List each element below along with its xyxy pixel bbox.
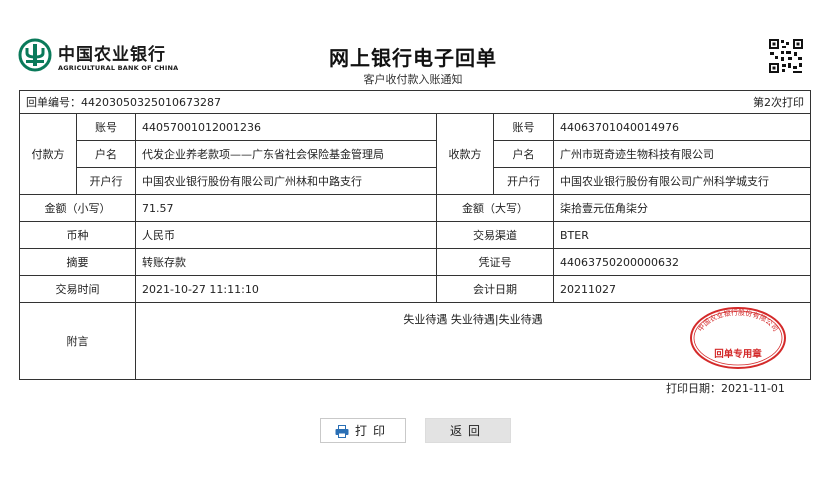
print-date-label: 打印日期： <box>666 382 721 395</box>
qr-code-icon <box>768 38 804 74</box>
transaction-time: 2021-10-27 11:11:10 <box>135 275 437 303</box>
payee-section-label: 收款方 <box>436 113 494 195</box>
page-title: 网上银行电子回单 <box>329 46 497 70</box>
currency-label: 币种 <box>19 221 136 249</box>
payee-account-label: 账号 <box>493 113 554 141</box>
amount-big-label: 金额（大写） <box>436 194 554 222</box>
currency: 人民币 <box>135 221 437 249</box>
back-button[interactable]: 返回 <box>425 418 511 443</box>
note-label: 附言 <box>19 302 136 380</box>
channel-label: 交易渠道 <box>436 221 554 249</box>
channel: BTER <box>552 221 812 249</box>
payee-bank-label: 开户行 <box>493 167 554 195</box>
table-row: 金额（小写） 71.57 金额（大写） 柒拾壹元伍角柒分 <box>19 194 812 222</box>
amount-small: 71.57 <box>135 194 437 222</box>
receipt-number-label: 回单编号： <box>26 96 81 109</box>
payee-bank: 中国农业银行股份有限公司广州科学城支行 <box>552 167 812 195</box>
table-row: 附言 失业待遇 失业待遇|失业待遇 中国农业银行股份有限公司 回单专用章 <box>19 302 812 380</box>
payer-name-label: 户名 <box>76 140 136 168</box>
receipt-header: 回单编号：44203050325010673287 第2次打印 <box>18 90 812 114</box>
official-seal-icon: 中国农业银行股份有限公司 回单专用章 <box>690 307 787 369</box>
voucher-label: 凭证号 <box>436 248 554 276</box>
payee-name-label: 户名 <box>493 140 554 168</box>
table-row: 交易时间 2021-10-27 11:11:10 会计日期 20211027 <box>19 275 812 303</box>
payer-bank: 中国农业银行股份有限公司广州林和中路支行 <box>135 167 437 195</box>
amount-small-label: 金额（小写） <box>19 194 136 222</box>
page-subtitle: 客户收付款入账通知 <box>363 73 463 86</box>
print-button-label: 打印 <box>354 424 391 438</box>
payer-name: 代发企业养老款项——广东省社会保险基金管理局 <box>135 140 437 168</box>
print-date-value: 2021-11-01 <box>721 382 785 395</box>
voucher: 44063750200000632 <box>552 248 812 276</box>
print-button[interactable]: 打印 <box>320 418 406 443</box>
printer-icon <box>335 425 349 438</box>
table-row: 付款方 账号 44057001012001236 收款方 账号 44063701… <box>19 113 812 195</box>
receipt-number: 44203050325010673287 <box>81 96 221 109</box>
table-row: 户名 代发企业养老款项——广东省社会保险基金管理局 户名 广州市斑奇迹生物科技有… <box>20 140 812 168</box>
table-row: 摘要 转账存款 凭证号 44063750200000632 <box>19 248 812 276</box>
seal-text: 回单专用章 <box>714 348 762 360</box>
acct-date-label: 会计日期 <box>436 275 554 303</box>
payee-name: 广州市斑奇迹生物科技有限公司 <box>552 140 812 168</box>
print-count: 第2次打印 <box>753 96 805 109</box>
accounting-date: 20211027 <box>552 275 812 303</box>
receipt-header-row: 回单编号：44203050325010673287 第2次打印 <box>18 90 812 114</box>
table-row: 开户行 中国农业银行股份有限公司广州林和中路支行 开户行 中国农业银行股份有限公… <box>20 167 812 195</box>
amount-big: 柒拾壹元伍角柒分 <box>552 194 812 222</box>
receipt-table: 回单编号：44203050325010673287 第2次打印 付款方 账号 4… <box>18 90 812 380</box>
note-cell: 失业待遇 失业待遇|失业待遇 中国农业银行股份有限公司 回单专用章 <box>134 302 812 380</box>
summary-label: 摘要 <box>19 248 136 276</box>
payee-account: 44063701040014976 <box>552 113 812 141</box>
seal-ring-text: 中国农业银行股份有限公司 <box>696 308 780 333</box>
svg-text:中国农业银行股份有限公司: 中国农业银行股份有限公司 <box>696 308 780 333</box>
print-date: 打印日期：2021-11-01 <box>666 380 785 396</box>
payer-account: 44057001012001236 <box>135 113 437 141</box>
payer-section-label: 付款方 <box>19 113 77 195</box>
payer-bank-label: 开户行 <box>76 167 136 195</box>
table-row: 币种 人民币 交易渠道 BTER <box>19 221 812 249</box>
payer-account-label: 账号 <box>76 113 136 141</box>
back-button-label: 返回 <box>449 424 486 438</box>
time-label: 交易时间 <box>19 275 136 303</box>
summary: 转账存款 <box>135 248 437 276</box>
